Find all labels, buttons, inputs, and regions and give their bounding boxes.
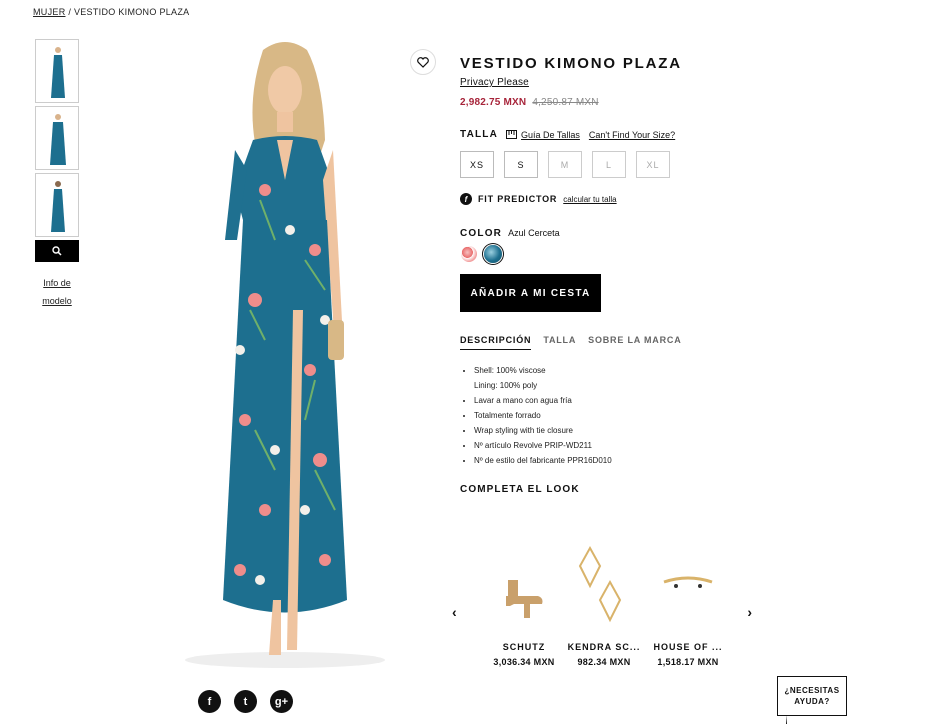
help-line-2: AYUDA?: [794, 697, 830, 706]
list-item: Nº de estilo del fabricante PPR16D010: [474, 453, 760, 468]
look-item-3[interactable]: HOUSE OF ... 1,518.17 MXN: [648, 540, 728, 667]
google-plus-icon[interactable]: g+: [270, 690, 293, 713]
cant-find-size-link[interactable]: Can't Find Your Size?: [589, 130, 675, 140]
heart-icon: [417, 56, 429, 68]
look-item-price: 1,518.17 MXN: [657, 657, 719, 667]
model-info-line-1: Info de: [43, 278, 71, 288]
ruler-icon: [506, 130, 518, 139]
size-options: XS S M L XL: [460, 151, 760, 178]
help-chat-button[interactable]: ¿NECESITAS AYUDA?: [777, 676, 847, 724]
look-item-name: KENDRA SC...: [567, 642, 641, 652]
model-info-link[interactable]: Info de modelo: [35, 274, 79, 310]
breadcrumb: MUJER / VESTIDO KIMONO PLAZA: [33, 7, 189, 17]
fit-predictor-label: FIT PREDICTOR: [478, 194, 558, 204]
size-label: TALLA: [460, 129, 499, 140]
size-header: TALLA Guía De Tallas Can't Find Your Siz…: [460, 129, 760, 140]
list-item: Wrap styling with tie closure: [474, 423, 760, 438]
tab-description[interactable]: DESCRIPCIÓN: [460, 335, 532, 350]
breadcrumb-current: VESTIDO KIMONO PLAZA: [73, 7, 190, 17]
product-info: VESTIDO KIMONO PLAZA Privacy Please 2,98…: [460, 55, 760, 495]
list-item: Totalmente forrado: [474, 408, 760, 423]
social-share: f t g+: [198, 690, 293, 713]
color-swatch-teal[interactable]: [484, 245, 502, 263]
original-price: 4,250.87 MXN: [532, 97, 599, 108]
look-item-image: [564, 540, 644, 632]
thumbnail-1[interactable]: [35, 39, 79, 103]
description-shell: Shell: 100% viscose: [474, 366, 546, 375]
size-option-m[interactable]: M: [548, 151, 582, 178]
product-title: VESTIDO KIMONO PLAZA: [460, 55, 682, 72]
twitter-icon[interactable]: t: [234, 690, 257, 713]
sale-price: 2,982.75 MXN: [460, 97, 527, 108]
size-option-l[interactable]: L: [592, 151, 626, 178]
look-item-1[interactable]: SCHUTZ 3,036.34 MXN: [484, 540, 564, 667]
look-item-price: 3,036.34 MXN: [493, 657, 555, 667]
complete-look-carousel: ‹ SCHUTZ 3,036.34 MXN KENDRA SC... 982.3…: [452, 540, 752, 675]
look-item-image: [484, 540, 564, 632]
look-item-price: 982.34 MXN: [577, 657, 631, 667]
color-value: Azul Cerceta: [508, 228, 560, 238]
list-item: Nº artículo Revolve PRIP-WD211: [474, 438, 760, 453]
description-list: Shell: 100% viscose Lining: 100% poly La…: [474, 363, 760, 468]
color-swatch-pink[interactable]: [460, 245, 478, 263]
look-item-image: [648, 540, 728, 632]
size-option-s[interactable]: S: [504, 151, 538, 178]
thumbnail-3[interactable]: [35, 173, 79, 237]
breadcrumb-link-mujer[interactable]: MUJER: [33, 7, 66, 17]
color-swatches: [460, 245, 760, 263]
color-label: COLOR: [460, 228, 503, 239]
description-lining: Lining: 100% poly: [474, 381, 538, 390]
thumbnail-gallery: Info de modelo: [35, 39, 79, 310]
model-info-line-2: modelo: [42, 296, 72, 306]
chevron-right-icon[interactable]: ›: [747, 604, 752, 620]
size-guide-label: Guía De Tallas: [521, 129, 580, 140]
size-option-xs[interactable]: XS: [460, 151, 494, 178]
list-item: Shell: 100% viscose Lining: 100% poly: [474, 363, 760, 393]
fit-predictor: f FIT PREDICTOR calcular tu talla: [460, 193, 760, 205]
look-item-name: SCHUTZ: [502, 642, 546, 652]
brand-link[interactable]: Privacy Please: [460, 77, 529, 88]
zoom-button[interactable]: [35, 240, 79, 262]
look-item-name: HOUSE OF ...: [653, 642, 723, 652]
tab-size[interactable]: TALLA: [543, 335, 576, 350]
list-item: Lavar a mano con agua fría: [474, 393, 760, 408]
fit-predictor-icon: f: [460, 193, 472, 205]
product-tabs: DESCRIPCIÓN TALLA SOBRE LA MARCA: [460, 335, 760, 350]
chevron-left-icon[interactable]: ‹: [452, 604, 457, 620]
complete-look-title: COMPLETA EL LOOK: [460, 484, 580, 495]
product-main-image[interactable]: [165, 40, 405, 670]
facebook-icon[interactable]: f: [198, 690, 221, 713]
add-to-cart-button[interactable]: AÑADIR A MI CESTA: [460, 274, 601, 312]
wishlist-button[interactable]: [410, 49, 436, 75]
color-header: COLOR Azul Cerceta: [460, 228, 760, 239]
price-row: 2,982.75 MXN 4,250.87 MXN: [460, 97, 760, 108]
search-icon: [52, 246, 62, 256]
calculate-size-link[interactable]: calcular tu talla: [563, 195, 616, 204]
help-line-1: ¿NECESITAS: [784, 686, 840, 695]
size-option-xl[interactable]: XL: [636, 151, 670, 178]
size-guide-link[interactable]: Guía De Tallas: [506, 130, 580, 140]
thumbnail-2[interactable]: [35, 106, 79, 170]
tab-brand[interactable]: SOBRE LA MARCA: [588, 335, 681, 350]
look-item-2[interactable]: KENDRA SC... 982.34 MXN: [564, 540, 644, 667]
breadcrumb-separator: /: [68, 7, 72, 17]
